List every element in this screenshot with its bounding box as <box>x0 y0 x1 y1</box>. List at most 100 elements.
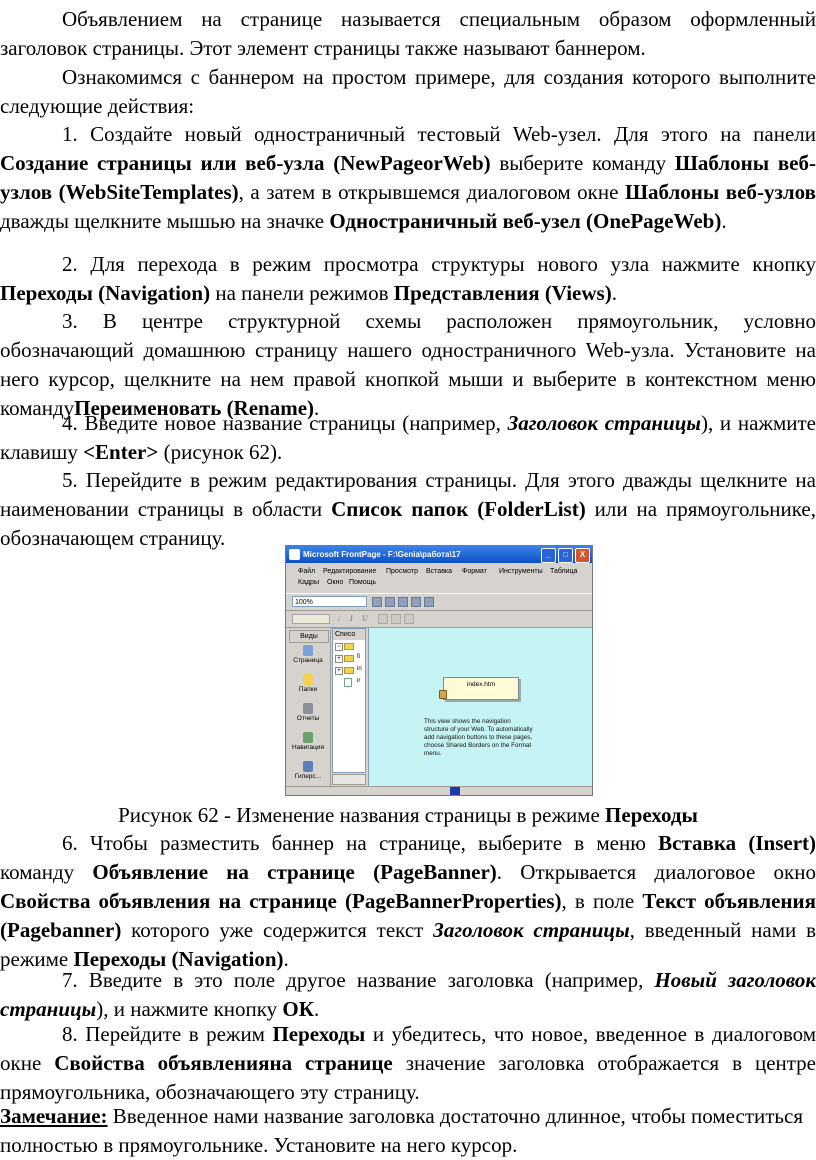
step-1-text-5: . <box>721 209 727 233</box>
view-page-label: Страница <box>293 657 323 664</box>
view-navigation[interactable]: Навигация <box>286 732 330 751</box>
menu-edit[interactable]: Редактирование <box>323 568 376 575</box>
file-row[interactable]: ir <box>335 678 365 687</box>
zoom-combo[interactable]: 100% <box>292 596 367 607</box>
maximize-button[interactable]: □ <box>558 548 573 563</box>
step-6-text-4: , в поле <box>561 889 643 913</box>
menu-help[interactable]: Помощь <box>349 579 376 586</box>
step-1-icon-name: Одностраничный веб-узел (OnePageWeb) <box>329 209 722 233</box>
note-label: Замечание: <box>0 1104 108 1128</box>
menu-view[interactable]: Просмотр <box>386 568 418 575</box>
note-text: Введенное нами название заголовка достат… <box>0 1104 803 1157</box>
paragraph-example: Ознакомимся с баннером на простом пример… <box>0 63 816 121</box>
step-6-text-3: . Открывается диалоговое окно <box>496 860 816 884</box>
view-reports-label: Отчеты <box>296 715 320 722</box>
align-right-icon[interactable] <box>404 614 414 624</box>
folder-icon <box>344 643 354 650</box>
step-1-text-4: дважды щелкните мышью на значке <box>0 209 330 233</box>
reports-view-icon <box>303 703 313 714</box>
step-6-menu-name: Вставка (Insert) <box>658 831 816 855</box>
underline-icon[interactable]: U <box>362 614 368 623</box>
home-icon <box>439 690 447 699</box>
align-center-icon[interactable] <box>391 614 401 624</box>
folder-row[interactable]: − <box>335 642 365 651</box>
view-hyperlinks-label: Гиперс... <box>294 773 322 780</box>
paragraph-example-text: Ознакомимся с баннером на простом пример… <box>0 65 816 118</box>
menu-format[interactable]: Формат <box>462 568 487 575</box>
step-6-text-5: которого уже содержится текст <box>121 918 434 942</box>
step-3: 3. В центре структурной схемы расположен… <box>0 307 816 423</box>
cut-icon[interactable] <box>411 597 421 607</box>
step-6: 6. Чтобы разместить баннер на странице, … <box>0 829 816 974</box>
step-7-button-name: ОК <box>282 997 314 1021</box>
view-reports[interactable]: Отчеты <box>286 703 330 722</box>
zoom-value: 100% <box>295 599 313 606</box>
expand-icon[interactable]: + <box>335 655 343 663</box>
menu-tools[interactable]: Инструменты <box>499 568 543 575</box>
step-1-text: 1. Создайте новый одностраничный тестовы… <box>62 122 816 146</box>
window-titlebar: Microsoft FrontPage - F:\Genia\работа\17… <box>286 546 592 563</box>
view-page[interactable]: Страница <box>286 645 330 664</box>
step-2-text-3: . <box>611 281 617 305</box>
font-combo[interactable] <box>292 614 330 624</box>
language-flag-icon <box>450 787 460 795</box>
views-header: Виды <box>289 630 329 643</box>
spelling-icon[interactable] <box>398 597 408 607</box>
menu-table[interactable]: Таблица <box>550 568 577 575</box>
window-title: Microsoft FrontPage - F:\Genia\работа\17 <box>303 550 461 559</box>
folder-list-scrollbar[interactable] <box>332 774 366 785</box>
view-hyperlinks[interactable]: Гиперс... <box>286 761 330 780</box>
menu-insert[interactable]: Вставка <box>426 568 452 575</box>
home-page-box[interactable]: index.htm <box>439 677 519 700</box>
step-1-panel-name: Создание страницы или веб-узла (NewPageo… <box>0 151 491 175</box>
home-page-label: index.htm <box>466 681 496 688</box>
step-4-example-title: Заголовок страницы <box>507 411 701 435</box>
paragraph-intro-text: Объявлением на странице называется специ… <box>0 7 816 60</box>
step-2-panel-name: Представления (Views) <box>393 281 612 305</box>
folder-icon <box>344 655 354 662</box>
page-view-icon <box>303 645 313 656</box>
frontpage-screenshot: Microsoft FrontPage - F:\Genia\работа\17… <box>285 545 593 796</box>
step-6-text: 6. Чтобы разместить баннер на странице, … <box>62 831 659 855</box>
document-page: Объявлением на странице называется специ… <box>0 0 816 1157</box>
menu-frames[interactable]: Кадры <box>298 579 319 586</box>
hyperlinks-view-icon <box>303 761 313 772</box>
navigation-view-icon <box>303 732 313 743</box>
step-6-current-title: Заголовок страницы <box>433 918 630 942</box>
folder-row[interactable]: + in <box>335 666 365 675</box>
step-1-dialog-name: Шаблоны веб-узлов <box>624 180 816 204</box>
step-1-text-2: выберите команду <box>490 151 675 175</box>
menu-file[interactable]: Файл <box>298 568 315 575</box>
navigation-hint: This view shows the navigation structure… <box>424 718 533 757</box>
note: Замечание: Введенное нами название загол… <box>0 1102 816 1160</box>
view-navigation-label: Навигация <box>291 744 325 751</box>
figure-caption-text: Рисунок 62 - Изменение названия страницы… <box>118 803 606 827</box>
step-2: 2. Для перехода в режим просмотра структ… <box>0 250 816 308</box>
expand-icon[interactable]: + <box>335 667 343 675</box>
folder-row-label: in <box>357 666 362 672</box>
dropdown-arrow-icon[interactable] <box>372 597 382 607</box>
step-4: 4. Введите новое название страницы (напр… <box>0 409 816 467</box>
formatting-toolbar: / I U <box>286 611 592 628</box>
align-left-icon[interactable] <box>378 614 388 624</box>
view-folders[interactable]: Папки <box>286 674 330 693</box>
paste-icon[interactable] <box>424 597 434 607</box>
close-button[interactable]: X <box>575 548 590 563</box>
step-2-text: 2. Для перехода в режим просмотра структ… <box>62 252 816 276</box>
step-5-area-name: Список папок (FolderList) <box>331 497 586 521</box>
minimize-button[interactable]: _ <box>541 548 556 563</box>
figure-caption: Рисунок 62 - Изменение названия страницы… <box>0 801 816 830</box>
menu-bar: Файл Редактирование Просмотр Вставка Фор… <box>286 564 592 590</box>
folder-row[interactable]: + fi <box>335 654 365 663</box>
preview-icon[interactable] <box>385 597 395 607</box>
file-row-label: ir <box>357 678 361 684</box>
page-icon <box>344 678 352 687</box>
figure-caption-mode: Переходы <box>605 803 698 827</box>
step-4-key-name: <Enter> <box>83 440 159 464</box>
collapse-icon[interactable]: − <box>335 643 343 651</box>
step-1-text-3: , а затем в открывшемся диалоговом окне <box>238 180 625 204</box>
italic-icon[interactable]: I <box>350 614 353 623</box>
folder-row-label: fi <box>357 654 360 660</box>
menu-window[interactable]: Окно <box>327 579 343 586</box>
bold-icon[interactable]: / <box>338 614 340 623</box>
